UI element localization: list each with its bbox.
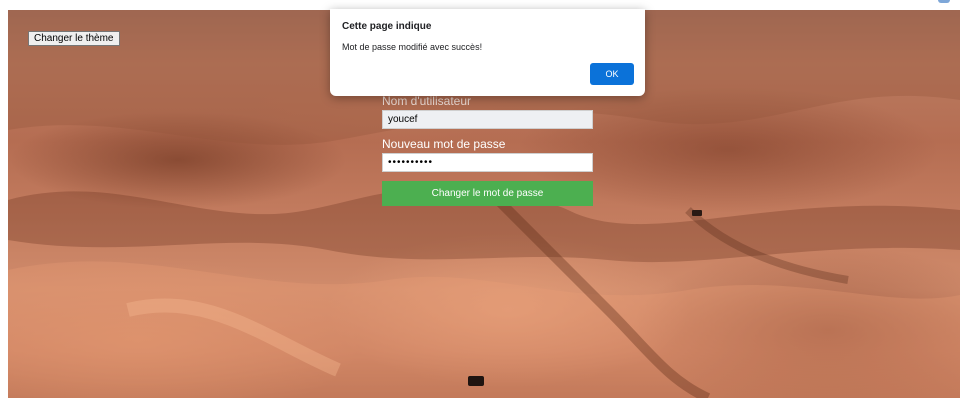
alert-dialog: Cette page indique Mot de passe modifié … (330, 9, 645, 96)
change-theme-button[interactable]: Changer le thème (28, 31, 120, 46)
near-vehicle (468, 376, 484, 386)
new-password-label: Nouveau mot de passe (382, 137, 506, 151)
alert-ok-button[interactable]: OK (590, 63, 634, 85)
username-input[interactable] (382, 110, 593, 129)
browser-edge-mark (938, 0, 950, 3)
distant-vehicle (692, 210, 702, 216)
new-password-input[interactable] (382, 153, 593, 172)
alert-message: Mot de passe modifié avec succès! (342, 42, 483, 52)
alert-title: Cette page indique (342, 21, 432, 32)
near-dunes (8, 261, 960, 398)
page: Changer le thème Nom d'utilisateur Nouve… (0, 0, 960, 398)
username-label: Nom d'utilisateur (382, 94, 471, 108)
change-password-button[interactable]: Changer le mot de passe (382, 181, 593, 206)
